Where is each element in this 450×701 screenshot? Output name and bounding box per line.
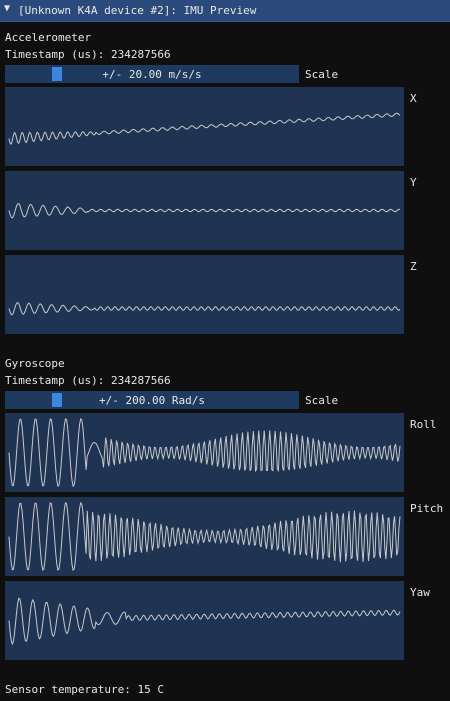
gyroscope-plot-yaw (5, 581, 404, 660)
accelerometer-scale-slider[interactable]: +/- 20.00 m/s/s (5, 65, 299, 83)
gyroscope-header: Gyroscope (5, 357, 65, 370)
trace-line (8, 203, 401, 219)
accelerometer-plot-z (5, 255, 404, 334)
x-trace (8, 112, 401, 145)
gyroscope-scale-value: +/- 200.00 Rad/s (99, 394, 205, 407)
plot-label-yaw: Yaw (410, 586, 430, 599)
imu-preview-window: ▼ [Unknown K4A device #2]: IMU Preview A… (0, 0, 450, 701)
gyroscope-plot-roll (5, 413, 404, 492)
gyroscope-scale-label: Scale (305, 394, 339, 407)
window-title: [Unknown K4A device #2]: IMU Preview (18, 4, 257, 17)
accelerometer-scale-label: Scale (305, 68, 339, 81)
roll-trace (8, 417, 401, 488)
yaw-trace (8, 597, 401, 646)
sensor-temperature: Sensor temperature: 15 C (5, 683, 164, 696)
plot-label-roll: Roll (410, 418, 437, 431)
plot-label-y: Y (410, 176, 417, 189)
accelerometer-scale-value: +/- 20.00 m/s/s (102, 68, 202, 81)
y-trace (8, 203, 401, 219)
z-trace (8, 301, 401, 316)
accelerometer-timestamp: Timestamp (us): 234287566 (5, 48, 171, 61)
accelerometer-header: Accelerometer (5, 31, 92, 44)
gyroscope-scale-slider[interactable]: +/- 200.00 Rad/s (5, 391, 299, 409)
window-titlebar[interactable]: ▼ [Unknown K4A device #2]: IMU Preview (0, 0, 450, 22)
trace-line (8, 417, 401, 488)
accelerometer-plot-x (5, 87, 404, 166)
trace-line (8, 597, 401, 646)
pitch-trace (8, 501, 401, 572)
trace-line (8, 501, 401, 572)
gyroscope-plot-pitch (5, 497, 404, 576)
gyroscope-timestamp: Timestamp (us): 234287566 (5, 374, 171, 387)
trace-line (8, 112, 401, 145)
plot-label-pitch: Pitch (410, 502, 444, 515)
collapse-arrow-icon[interactable]: ▼ (4, 3, 10, 14)
trace-line (8, 301, 401, 316)
accelerometer-plot-y (5, 171, 404, 250)
plot-label-z: Z (410, 260, 417, 273)
plot-label-x: X (410, 92, 417, 105)
